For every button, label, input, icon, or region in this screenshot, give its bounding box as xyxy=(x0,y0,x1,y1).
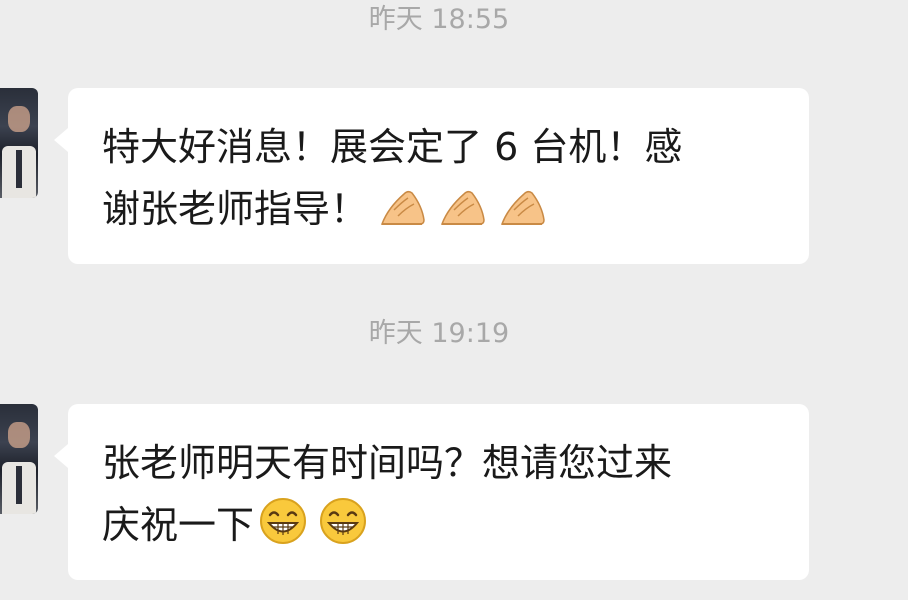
message-bubble[interactable]: 张老师明天有时间吗？想请您过来 庆祝一下 xyxy=(54,404,809,580)
message-bubble[interactable]: 特大好消息！展会定了 6 台机！感 谢张老师指导！ xyxy=(54,88,809,264)
timestamp: 昨天 19:19 xyxy=(368,318,510,349)
message-text-line: 谢张老师指导！ xyxy=(102,178,779,240)
avatar-tie xyxy=(16,150,22,188)
avatar-tie xyxy=(16,466,22,504)
grinning-face-icon xyxy=(258,496,308,546)
praying-hands-icon xyxy=(378,180,428,230)
avatar-face xyxy=(8,106,30,132)
message-text-line: 张老师明天有时间吗？想请您过来 xyxy=(102,441,673,485)
praying-hands-icon xyxy=(438,180,488,230)
message-text: 庆祝一下 xyxy=(102,503,255,547)
avatar-face xyxy=(8,422,30,448)
grinning-face-icon xyxy=(318,496,368,546)
message-text: 谢张老师指导！ xyxy=(102,187,369,231)
timestamp: 昨天 18:55 xyxy=(368,4,510,35)
avatar[interactable] xyxy=(0,88,38,198)
avatar[interactable] xyxy=(0,404,38,514)
praying-hands-icon xyxy=(498,180,548,230)
message-text-line: 庆祝一下 xyxy=(102,494,779,556)
message-text-line: 特大好消息！展会定了 6 台机！感 xyxy=(102,125,683,169)
